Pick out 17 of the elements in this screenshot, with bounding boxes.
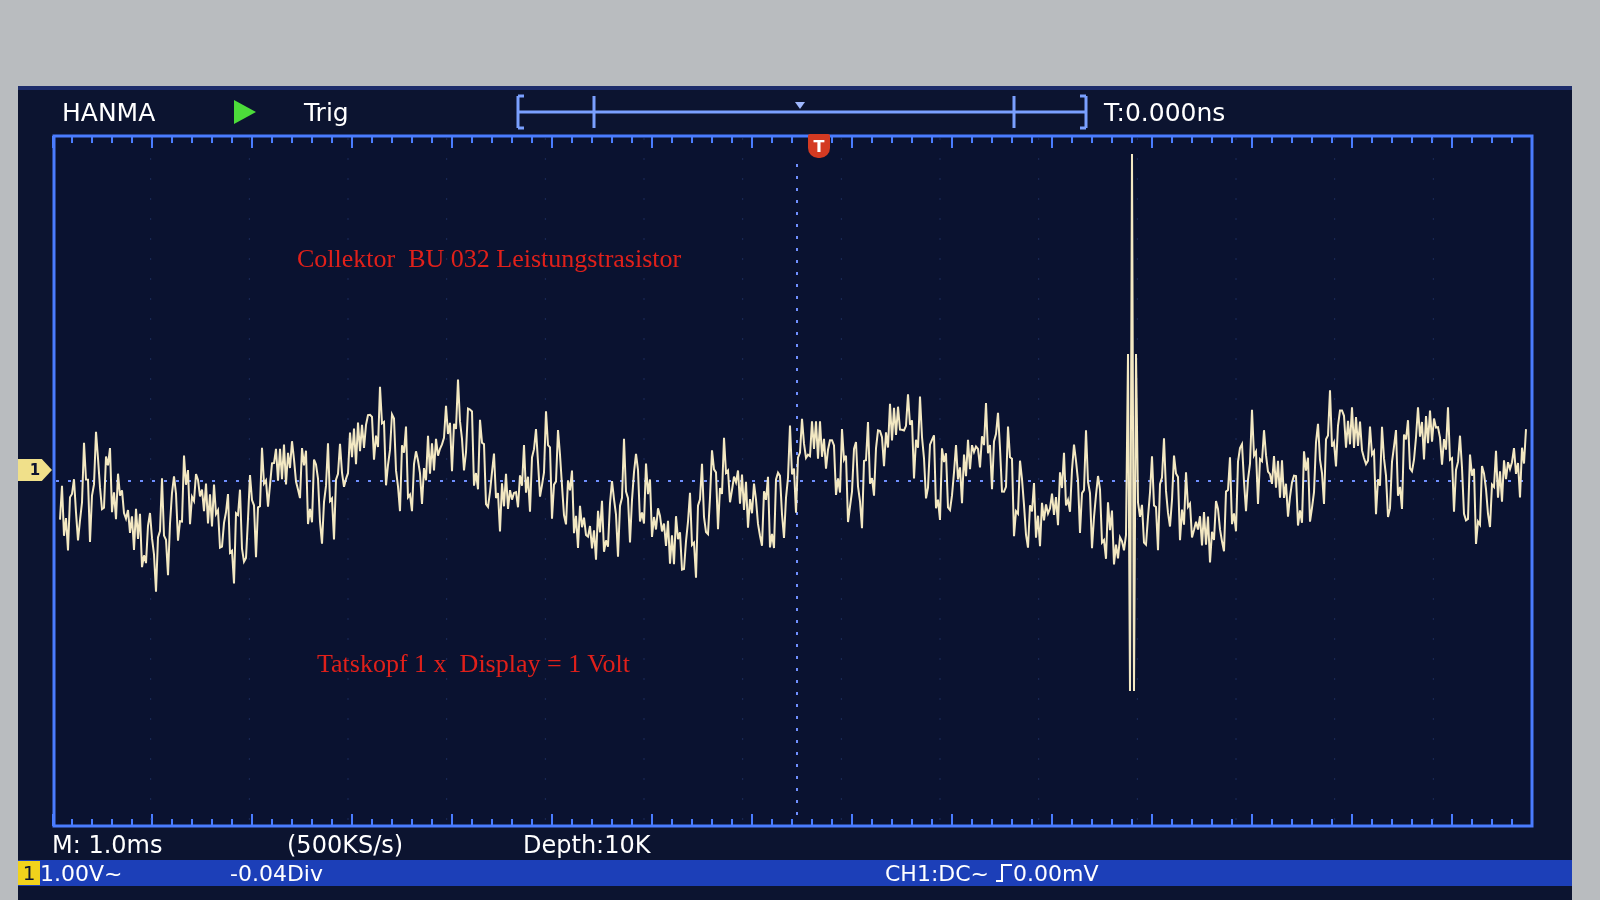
memory-depth-label: Depth:10K [523, 831, 652, 859]
time-offset: T:0.000ns [1104, 97, 1226, 127]
vertical-scale: 1.00V~ [40, 860, 124, 886]
trigger-status: Trig [304, 97, 350, 127]
run-icon [234, 100, 256, 124]
vertical-offset: -0.04Div [230, 860, 324, 886]
annotation-text: Collektor BU 032 Leistungstrasistor [297, 244, 682, 274]
channel-number: 1 [18, 861, 40, 885]
trigger-level: 0.00mV [1013, 860, 1100, 886]
annotation-text: Tatskopf 1 x Display = 1 Volt [317, 649, 631, 679]
coupling-label: CH1:DC~ [885, 860, 991, 886]
brand-label: HANMA [62, 97, 157, 127]
timebase-label: M: 1.0ms [52, 831, 164, 859]
sample-rate-label: (500KS/s) [287, 831, 405, 859]
trigger-marker: T [808, 134, 830, 158]
rising-edge-icon [995, 863, 1013, 883]
channel-marker: 1 [18, 459, 52, 481]
